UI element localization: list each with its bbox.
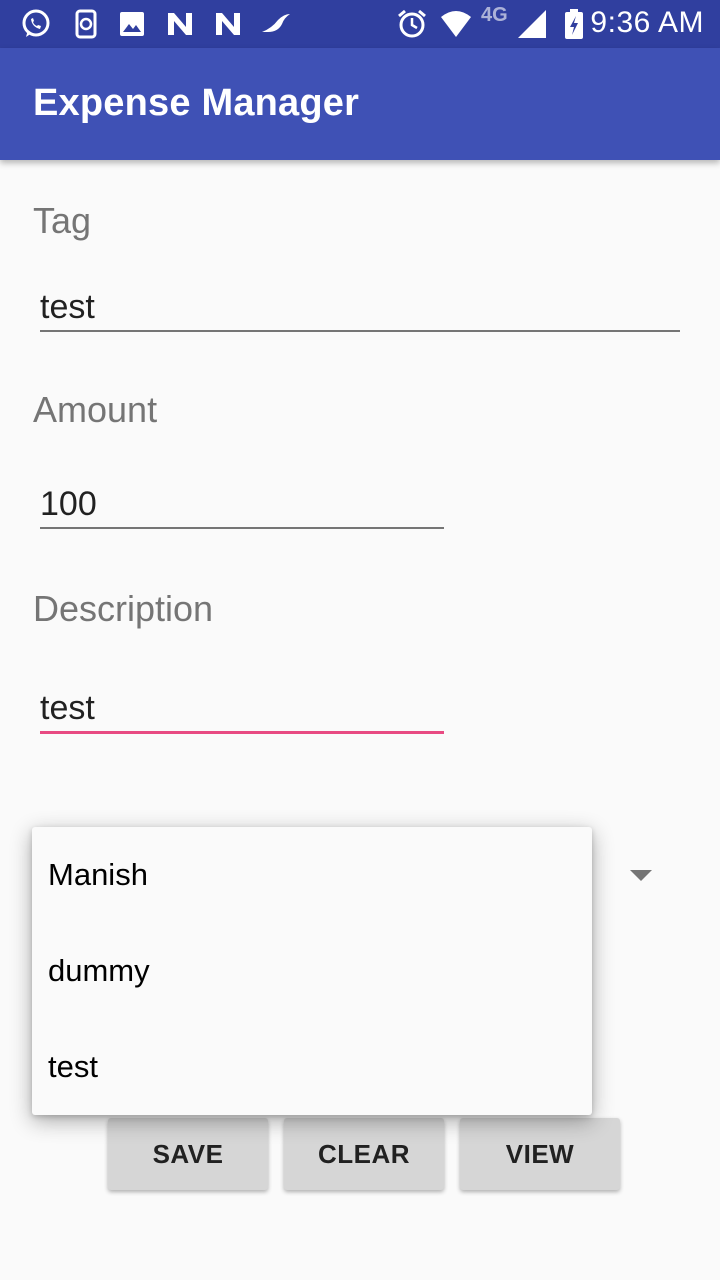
dropdown-item-dummy[interactable]: dummy <box>32 923 592 1019</box>
phone-sync-icon <box>70 8 102 40</box>
image-icon <box>116 8 148 40</box>
alarm-icon <box>396 8 428 40</box>
clear-button[interactable]: CLEAR <box>284 1118 444 1190</box>
whatsapp-icon <box>20 8 52 40</box>
spinner-dropdown: Manish dummy test <box>32 827 592 1115</box>
dropdown-item-test[interactable]: test <box>32 1019 592 1115</box>
n-icon <box>212 8 244 40</box>
network-type: 4G <box>481 4 508 26</box>
amount-input[interactable] <box>40 481 444 529</box>
description-input[interactable] <box>40 686 444 734</box>
tag-label: Tag <box>33 200 92 241</box>
battery-icon <box>558 8 590 40</box>
status-time: 9:36 AM <box>590 6 704 39</box>
dropdown-item-manish[interactable]: Manish <box>32 827 592 923</box>
view-button[interactable]: VIEW <box>460 1118 620 1190</box>
save-button[interactable]: SAVE <box>108 1118 268 1190</box>
app-title: Expense Manager <box>33 82 360 124</box>
bird-icon <box>260 8 292 40</box>
amount-label: Amount <box>33 389 158 430</box>
wifi-icon <box>440 8 472 40</box>
description-label: Description <box>33 588 214 629</box>
chevron-down-icon[interactable] <box>630 870 652 881</box>
n-icon <box>164 8 196 40</box>
signal-icon <box>516 8 548 40</box>
status-bar: 4G 9:36 AM <box>0 0 720 48</box>
tag-input[interactable] <box>40 284 680 332</box>
app-bar: Expense Manager <box>0 48 720 160</box>
